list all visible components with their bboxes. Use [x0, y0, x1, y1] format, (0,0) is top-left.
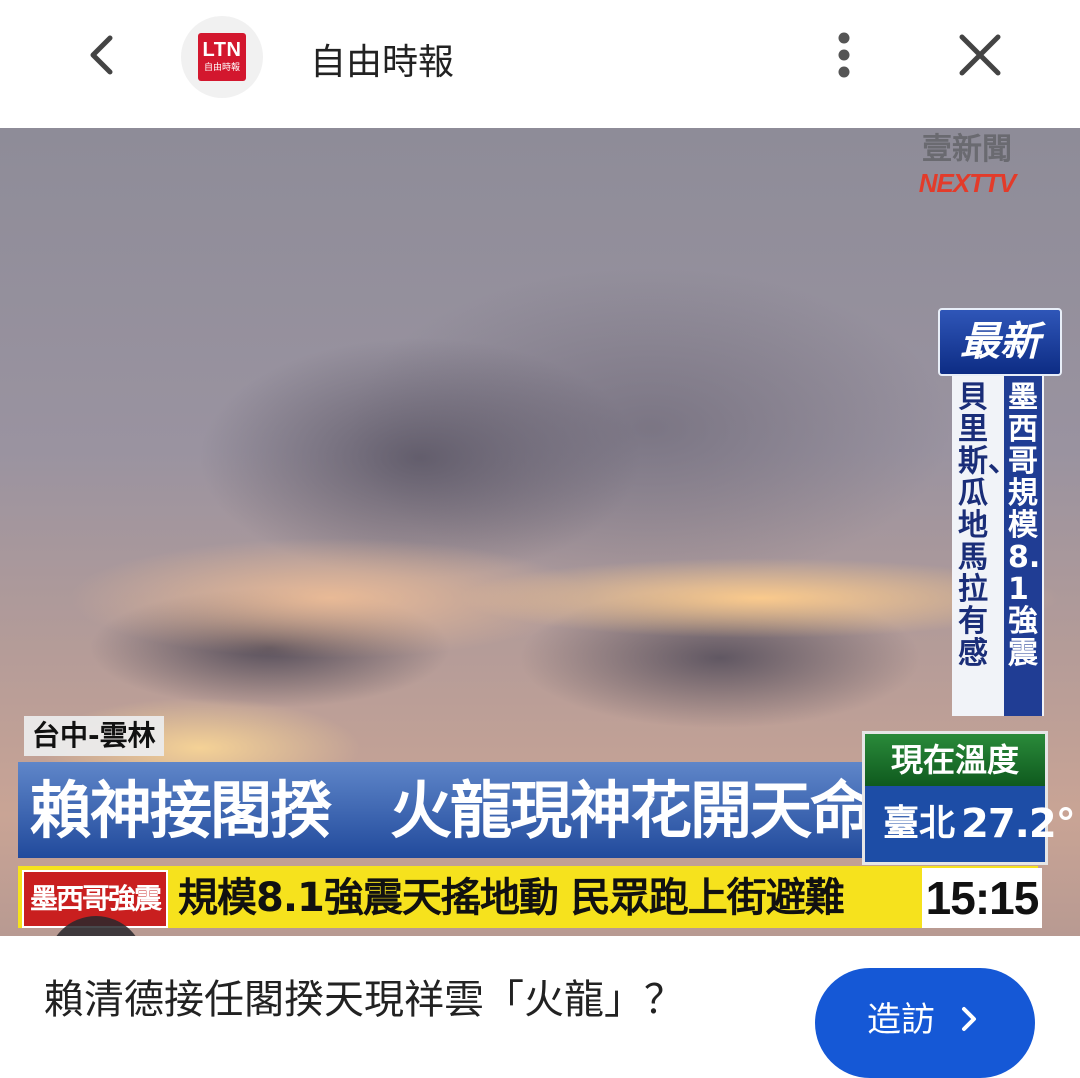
- close-icon: [959, 34, 1001, 76]
- visit-button-label: 造訪: [867, 1000, 935, 1040]
- location-tag: 台中-雲林: [24, 716, 164, 756]
- temperature-value: 27.2°: [961, 801, 1076, 847]
- ltn-logo-badge: LTN 自由時報: [198, 33, 246, 81]
- site-logo: LTN 自由時報: [181, 16, 263, 98]
- back-button[interactable]: [78, 30, 128, 80]
- tv-logo-bottom: NEXTTV: [918, 168, 1017, 198]
- lens-search-button[interactable]: [47, 916, 145, 936]
- camera-lens-icon: [47, 916, 145, 936]
- news-image[interactable]: 壹新聞 NEXTTV 最新 貝里斯、瓜地馬拉有感 墨西哥規模8.1強震 台中-雲…: [0, 128, 1080, 936]
- ticker-text: 規模8.1強震天搖地動 民眾跑上街避難: [178, 875, 845, 921]
- logo-subtext: 自由時報: [203, 63, 240, 73]
- site-name: 自由時報: [310, 42, 455, 83]
- visit-button[interactable]: 造訪: [815, 968, 1035, 1078]
- chevron-left-icon: [90, 35, 113, 75]
- latest-badge: 最新: [938, 308, 1062, 376]
- temperature-label: 現在溫度: [865, 734, 1045, 786]
- close-button[interactable]: [955, 30, 1005, 80]
- vertical-news-text-1: 貝里斯、瓜地馬拉有感: [958, 380, 1018, 671]
- logo-text: LTN: [202, 39, 242, 61]
- more-options-button[interactable]: [826, 30, 862, 82]
- more-vertical-icon: [838, 32, 850, 78]
- clock: 15:15: [922, 868, 1042, 928]
- tv-logo-top: 壹新聞: [922, 132, 1012, 167]
- vertical-news-text-2: 墨西哥規模8.1強震: [1008, 380, 1041, 671]
- top-bar: LTN 自由時報 自由時報: [0, 0, 1080, 128]
- temperature-city: 臺北: [883, 803, 956, 844]
- temperature-box: 現在溫度 臺北 27.2°: [862, 731, 1076, 865]
- image-caption[interactable]: 賴清德接任閣揆天現祥雲「火龍」？: [44, 972, 684, 1028]
- chevron-right-icon: [962, 1007, 976, 1031]
- tv-channel-logo: 壹新聞 NEXTTV: [912, 132, 1022, 212]
